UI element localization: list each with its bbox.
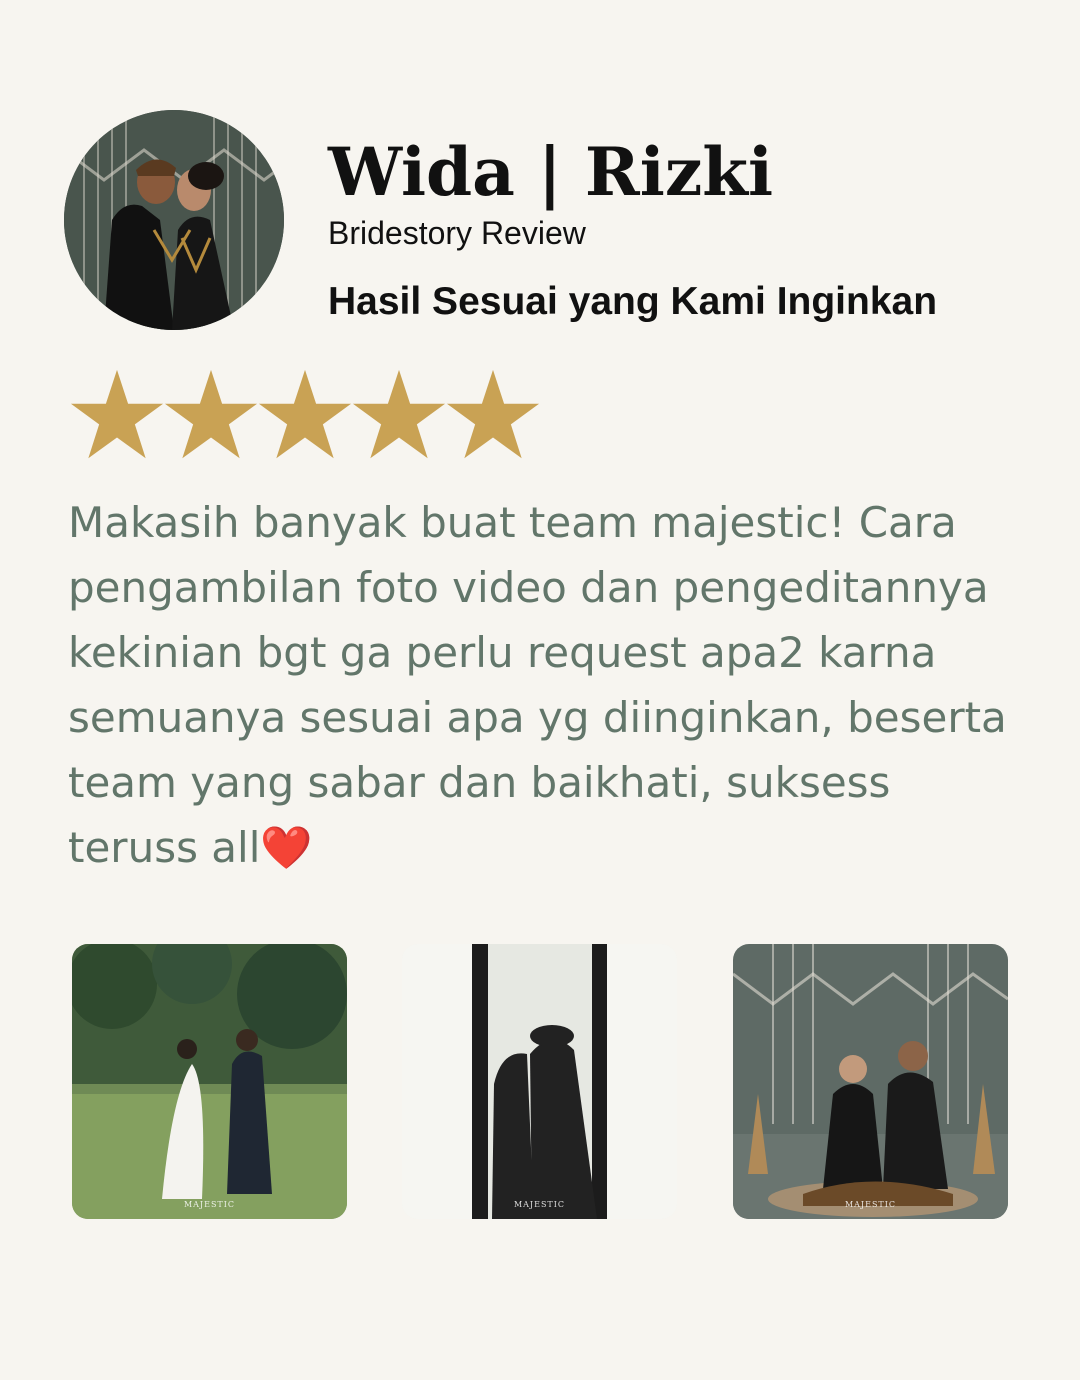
star-icon <box>352 369 446 459</box>
gallery-photo-outdoor[interactable]: MAJESTIC <box>72 944 347 1219</box>
gallery-photo-traditional[interactable]: MAJESTIC <box>733 944 1008 1219</box>
star-icon <box>164 369 258 459</box>
review-body: Makasih banyak buat team majestic! Cara … <box>68 498 1007 872</box>
gallery-photo-silhouette[interactable]: MAJESTIC <box>402 944 677 1219</box>
star-icon <box>70 369 164 459</box>
star-icon <box>446 369 540 459</box>
majestic-watermark: MAJESTIC <box>513 1200 566 1209</box>
photo-gallery: MAJESTIC MAJESTIC MAJESTIC <box>72 944 1008 1219</box>
star-rating <box>70 368 540 462</box>
heart-emoji: ❤️ <box>260 823 313 872</box>
couple-avatar <box>64 110 284 330</box>
star-icon <box>258 369 352 459</box>
majestic-watermark: MAJESTIC <box>183 1200 236 1209</box>
couple-name: Wida | Rizki <box>328 133 774 211</box>
majestic-watermark: MAJESTIC <box>844 1200 897 1209</box>
review-headline: Hasil Sesuai yang Kami Inginkan <box>328 280 938 323</box>
review-text: Makasih banyak buat team majestic! Cara … <box>68 490 1028 880</box>
review-source: Bridestory Review <box>328 215 586 251</box>
